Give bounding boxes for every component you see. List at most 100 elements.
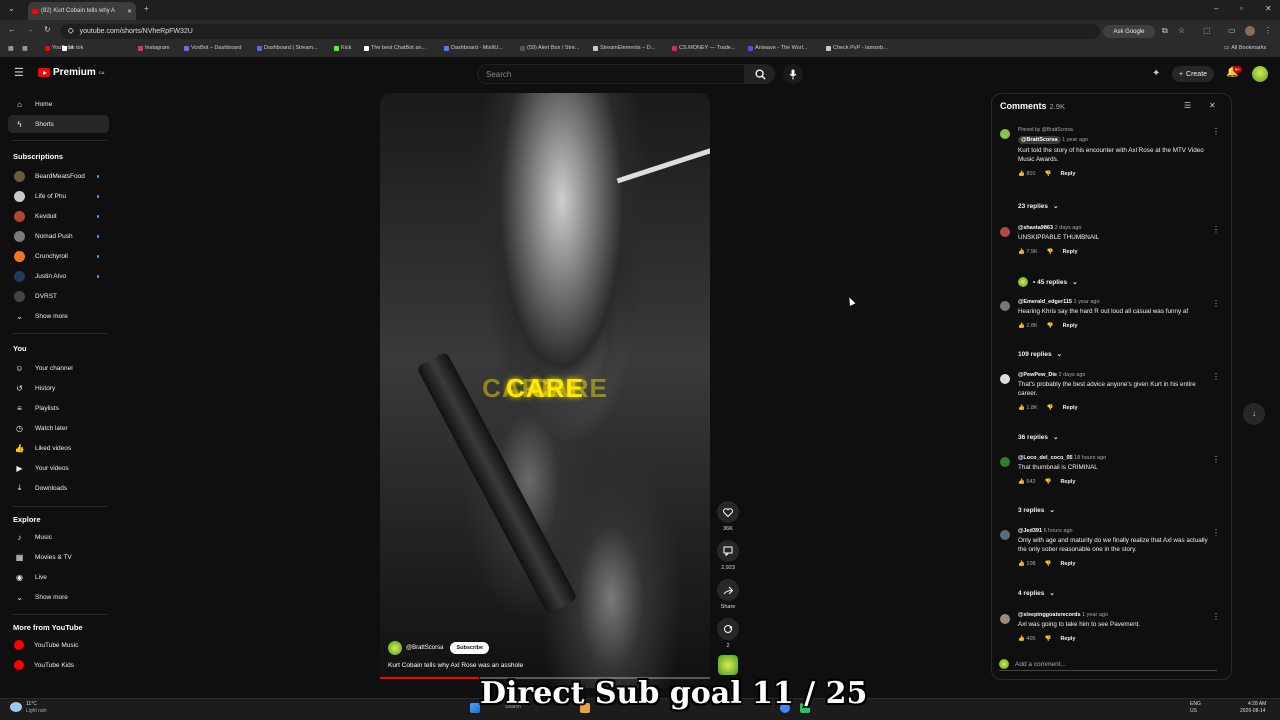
bookmark-item[interactable]: The best ChatBot an... (364, 45, 426, 51)
ask-google-button[interactable]: Ask Google (1103, 25, 1155, 38)
sidebar-item[interactable]: ⌄ Show more (8, 307, 109, 325)
comment-author[interactable]: @Jed391 (1018, 528, 1042, 534)
comment-author[interactable]: @sleepinggoatsrecords (1018, 612, 1081, 618)
reply-button[interactable]: Reply (1060, 636, 1075, 642)
apps-icon[interactable]: ▦ (8, 46, 14, 52)
windows-start-icon[interactable] (470, 703, 480, 713)
comment-author[interactable]: @shasta9863 (1018, 225, 1053, 231)
bookmark-item[interactable]: Check PvP - Iamsob... (826, 45, 888, 51)
thumbs-down-icon[interactable]: 👎 (1047, 249, 1054, 255)
thumbs-down-icon[interactable]: 👎 (1045, 171, 1052, 177)
sidebar-item[interactable]: Life of Phu (8, 187, 109, 205)
channel-avatar[interactable] (388, 641, 402, 655)
share-action[interactable]: Share (716, 579, 740, 610)
video-title[interactable]: Kurt Cobain tells why Axl Rose was an as… (388, 662, 523, 669)
comment-like-button[interactable]: 👍 108 (1018, 561, 1036, 567)
commenter-avatar[interactable] (1000, 301, 1010, 311)
thumbs-down-icon[interactable]: 👎 (1045, 636, 1052, 642)
bookmark-item[interactable]: Dashboard - MixItU... (444, 45, 503, 51)
replies-toggle[interactable]: 23 replies ⌄ (1018, 202, 1058, 211)
comment-like-button[interactable]: 👍 7.9K (1018, 249, 1038, 255)
replies-toggle[interactable]: 3 replies ⌄ (1018, 506, 1055, 515)
sidebar-item[interactable]: Kevduit (8, 207, 109, 225)
comment-menu-icon[interactable]: ⋮ (1212, 299, 1220, 308)
comment-time[interactable]: 1 year ago (1082, 612, 1108, 618)
comment-like-button[interactable]: 👍 405 (1018, 636, 1036, 642)
extensions-icon[interactable]: ⬚ (1203, 27, 1211, 35)
hamburger-menu-icon[interactable]: ☰ (14, 68, 24, 79)
close-comments-icon[interactable]: ✕ (1209, 102, 1216, 110)
tab-search-icon[interactable]: ▭ (1228, 27, 1236, 35)
reply-button[interactable]: Reply (1063, 405, 1078, 411)
comment-author[interactable]: @Emerald_edger115 (1018, 299, 1072, 305)
reply-button[interactable]: Reply (1060, 171, 1075, 177)
sidebar-item[interactable]: ◉ Live (8, 568, 109, 586)
sidebar-item[interactable]: ϟ Shorts (8, 115, 109, 133)
comment-like-button[interactable]: 👍 542 (1018, 479, 1036, 485)
browser-menu-icon[interactable]: ⋮ (1264, 27, 1272, 35)
subscriptions-heading[interactable]: Subscriptions (13, 152, 63, 161)
shorts-video-player[interactable]: CARE @BrattScorsa Subscribe Kurt Cobain … (380, 93, 710, 688)
tab-list-icon[interactable]: ⌄ (8, 5, 15, 13)
replies-toggle[interactable]: 109 replies ⌄ (1018, 350, 1062, 359)
lang-code[interactable]: ENG (1190, 701, 1201, 707)
bookmark-item[interactable]: Aniwave - The Worl... (748, 45, 807, 51)
commenter-avatar[interactable] (1000, 530, 1010, 540)
thumbs-down-icon[interactable]: 👎 (1047, 323, 1054, 329)
sidebar-item[interactable]: ▶ Your videos (8, 459, 109, 477)
commenter-avatar[interactable] (1000, 129, 1010, 139)
bookmark-item[interactable]: (59) Alert Box / Stre... (520, 45, 580, 51)
search-button[interactable] (745, 64, 775, 84)
sidebar-item[interactable]: ⤓ Downloads (8, 479, 109, 497)
back-icon[interactable]: ← (8, 26, 16, 34)
replies-toggle[interactable]: • 45 replies ⌄ (1018, 277, 1078, 287)
site-info-icon[interactable]: ⛭ (68, 28, 74, 36)
reload-icon[interactable]: ↻ (44, 26, 51, 34)
bookmark-item[interactable]: VoxBot – Dashboard (184, 45, 241, 51)
cast-icon[interactable]: ✦ (1152, 69, 1160, 79)
commenter-avatar[interactable] (1000, 457, 1010, 467)
reply-button[interactable]: Reply (1060, 479, 1075, 485)
sidebar-item[interactable]: ◷ Watch later (8, 419, 109, 437)
bookmark-item[interactable]: CS.MONEY — Trade... (672, 45, 735, 51)
install-icon[interactable]: ⧉ (1162, 27, 1168, 35)
create-button[interactable]: + Create (1172, 66, 1214, 82)
comment-menu-icon[interactable]: ⋮ (1212, 372, 1220, 381)
thumbs-down-icon[interactable]: 👎 (1047, 405, 1054, 411)
comment-author[interactable]: @Loco_del_coco_05 (1018, 455, 1073, 461)
comment-time[interactable]: 1 year ago (1074, 299, 1100, 305)
sidebar-item[interactable]: BeardMeatsFood (8, 167, 109, 185)
clock-time[interactable]: 4:28 AM (1248, 701, 1266, 707)
maximize-icon[interactable]: ▫ (1240, 5, 1243, 13)
sort-icon[interactable]: ☰ (1184, 102, 1191, 110)
window-close-icon[interactable]: ✕ (1265, 5, 1272, 13)
sidebar-item[interactable]: Justin Alvo (8, 267, 109, 285)
bookmark-item[interactable]: Kick (334, 45, 351, 51)
sidebar-item[interactable]: Crunchyroll (8, 247, 109, 265)
sound-thumbnail[interactable] (718, 655, 738, 675)
grid-icon[interactable]: ▦ (22, 46, 28, 52)
sidebar-item[interactable]: YouTube Music (8, 636, 109, 654)
bookmark-item[interactable]: Dashboard | Stream... (257, 45, 318, 51)
sidebar-item[interactable]: Nomad Push (8, 227, 109, 245)
account-avatar[interactable] (1252, 66, 1268, 82)
sidebar-item[interactable]: ↺ History (8, 379, 109, 397)
sidebar-item[interactable]: YouTube Kids (8, 656, 109, 674)
you-heading[interactable]: You (13, 344, 27, 353)
comment-author[interactable]: @BrattScorsa (1018, 136, 1061, 144)
bookmark-item[interactable]: StreamElements – D... (593, 45, 655, 51)
commenter-avatar[interactable] (1000, 227, 1010, 237)
commenter-avatar[interactable] (1000, 614, 1010, 624)
comment-menu-icon[interactable]: ⋮ (1212, 127, 1220, 136)
sidebar-item[interactable]: ⌄ Show more (8, 588, 109, 606)
youtube-logo[interactable]: Premium CA (38, 67, 105, 78)
sidebar-item[interactable]: DVRST (8, 287, 109, 305)
profile-avatar[interactable] (1245, 26, 1255, 36)
comment-time[interactable]: 18 hours ago (1074, 455, 1106, 461)
reply-button[interactable]: Reply (1060, 561, 1075, 567)
sidebar-item[interactable]: ☺ Your channel (8, 359, 109, 377)
comment-like-button[interactable]: 👍 2.8K (1018, 323, 1038, 329)
minimize-icon[interactable]: – (1214, 5, 1218, 13)
sidebar-item[interactable]: ▦ Movies & TV (8, 548, 109, 566)
comment-menu-icon[interactable]: ⋮ (1212, 612, 1220, 621)
